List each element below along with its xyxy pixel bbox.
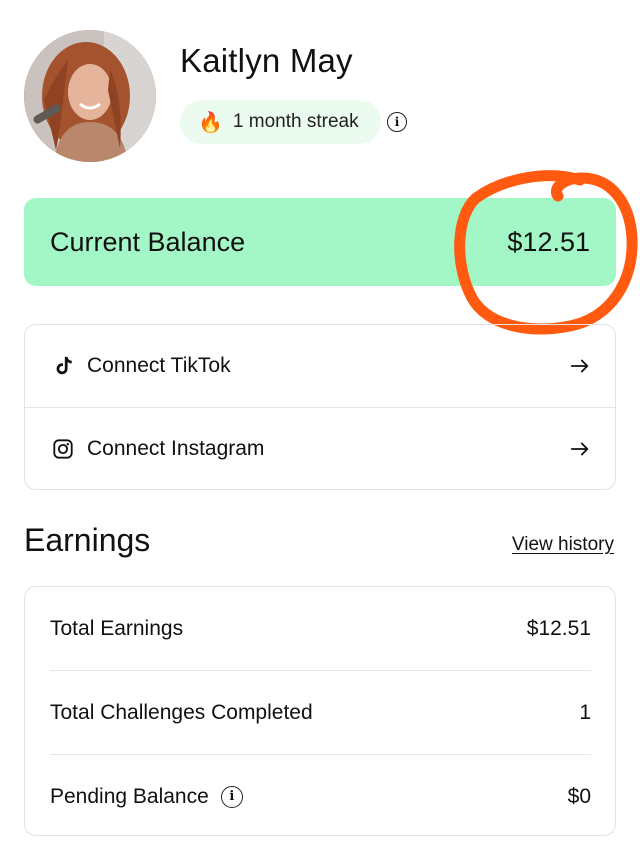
connect-instagram-label: Connect Instagram	[87, 436, 265, 460]
streak-badge: 🔥 1 month streak	[180, 100, 381, 144]
instagram-icon	[50, 436, 76, 462]
avatar-photo	[24, 30, 156, 162]
streak-label: 1 month streak	[232, 111, 359, 132]
current-balance-value: $12.51	[507, 226, 590, 257]
total-earnings-label: Total Earnings	[50, 616, 184, 640]
connect-tiktok-row[interactable]: Connect TikTok	[25, 325, 615, 407]
arrow-right-icon	[570, 442, 589, 455]
profile-name: Kaitlyn May	[180, 42, 353, 79]
current-balance-card: Current Balance $12.51	[24, 198, 616, 286]
tiktok-icon	[50, 353, 76, 379]
pending-balance-value: $0	[567, 784, 591, 808]
info-icon[interactable]: i	[387, 112, 407, 132]
total-challenges-label: Total Challenges Completed	[50, 700, 313, 724]
view-history-link[interactable]: View history	[512, 534, 614, 556]
total-earnings-row: Total Earnings $12.51	[50, 587, 591, 670]
arrow-right-icon	[570, 359, 589, 373]
pending-balance-row: Pending Balance i $0	[50, 754, 591, 838]
fire-icon: 🔥	[198, 111, 223, 134]
connect-tiktok-label: Connect TikTok	[87, 354, 231, 377]
earnings-card: Total Earnings $12.51 Total Challenges C…	[24, 586, 616, 836]
total-challenges-value: 1	[579, 700, 591, 724]
connect-accounts-card: Connect TikTok Connect Instagram	[24, 324, 616, 490]
earnings-heading: Earnings	[24, 522, 151, 558]
pending-balance-label: Pending Balance	[50, 784, 209, 808]
info-icon[interactable]: i	[220, 785, 243, 808]
current-balance-label: Current Balance	[50, 226, 246, 257]
connect-instagram-row[interactable]: Connect Instagram	[25, 407, 615, 489]
total-earnings-value: $12.51	[526, 616, 591, 640]
avatar[interactable]	[24, 30, 156, 162]
total-challenges-row: Total Challenges Completed 1	[50, 670, 591, 754]
